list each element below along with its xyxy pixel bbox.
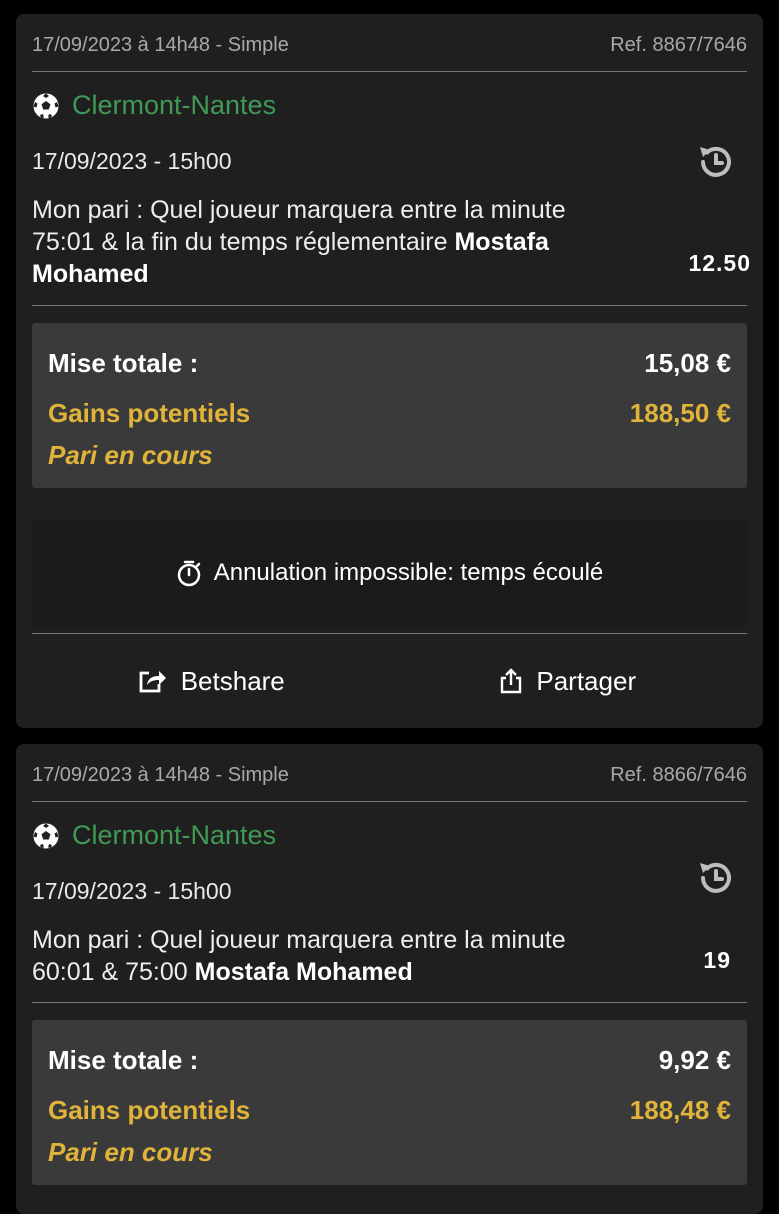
betshare-label: Betshare	[180, 665, 285, 696]
gains-label: Gains potentiels	[48, 398, 251, 428]
gains-label: Gains potentiels	[48, 1095, 251, 1125]
match-header[interactable]: Clermont-Nantes	[32, 90, 276, 121]
share-label: Partager	[536, 665, 637, 696]
stake-row: Mise totale : 9,92 €	[48, 1045, 731, 1076]
bet-odds: 12.50	[688, 250, 751, 276]
betshare-button[interactable]: Betshare	[32, 654, 390, 708]
bet-meta: 17/09/2023 à 14h48 - Simple Ref. 8867/76…	[32, 34, 747, 57]
stake-label: Mise totale :	[48, 1045, 199, 1075]
bet-actions: Betshare Partager	[32, 654, 747, 708]
stake-value: 15,08 €	[644, 348, 731, 378]
stake-value: 9,92 €	[658, 1045, 731, 1075]
bet-summary: Mise totale : 9,92 € Gains potentiels 18…	[32, 1020, 747, 1185]
bet-placed-date: 17/09/2023 à 14h48 - Simple	[32, 34, 289, 56]
divider	[32, 1002, 747, 1003]
gains-row: Gains potentiels 188,50 €	[48, 398, 731, 429]
bet-reference: Ref. 8867/7646	[610, 34, 747, 56]
football-icon	[32, 92, 60, 119]
history-icon[interactable]	[695, 858, 735, 898]
bet-meta: 17/09/2023 à 14h48 - Simple Ref. 8866/76…	[32, 764, 747, 787]
bet-reference: Ref. 8866/7646	[610, 764, 747, 786]
divider	[32, 633, 747, 634]
match-name: Clermont-Nantes	[72, 820, 277, 850]
bet-odds: 19	[703, 947, 731, 973]
history-icon[interactable]	[695, 142, 735, 182]
gains-value: 188,48 €	[629, 1095, 731, 1125]
cancel-text: Annulation impossible: temps écoulé	[213, 559, 604, 586]
divider	[32, 71, 747, 72]
stake-label: Mise totale :	[48, 348, 199, 378]
bet-card: 17/09/2023 à 14h48 - Simple Ref. 8867/76…	[16, 14, 763, 728]
bet-status: Pari en cours	[48, 1137, 213, 1167]
bet-description: Mon pari : Quel joueur marquera entre la…	[32, 194, 632, 290]
divider	[32, 801, 747, 802]
match-date: 17/09/2023 - 15h00	[32, 148, 232, 174]
match-name: Clermont-Nantes	[72, 90, 277, 120]
bet-status: Pari en cours	[48, 440, 213, 470]
match-header[interactable]: Clermont-Nantes	[32, 820, 276, 851]
bet-placed-date: 17/09/2023 à 14h48 - Simple	[32, 764, 289, 786]
bet-description: Mon pari : Quel joueur marquera entre la…	[32, 924, 632, 988]
bet-summary: Mise totale : 15,08 € Gains potentiels 1…	[32, 323, 747, 488]
match-date: 17/09/2023 - 15h00	[32, 878, 232, 904]
share-icon	[501, 668, 522, 694]
stake-row: Mise totale : 15,08 €	[48, 348, 731, 379]
bet-player: Mostafa Mohamed	[194, 958, 413, 986]
timer-icon	[177, 560, 200, 587]
divider	[32, 305, 747, 306]
football-icon	[32, 822, 60, 849]
share-button[interactable]: Partager	[390, 654, 748, 708]
betshare-icon	[139, 671, 166, 693]
gains-value: 188,50 €	[629, 398, 731, 428]
bet-card: 17/09/2023 à 14h48 - Simple Ref. 8866/76…	[16, 744, 763, 1214]
gains-row: Gains potentiels 188,48 €	[48, 1095, 731, 1126]
cancel-info: Annulation impossible: temps écoulé	[32, 519, 747, 627]
